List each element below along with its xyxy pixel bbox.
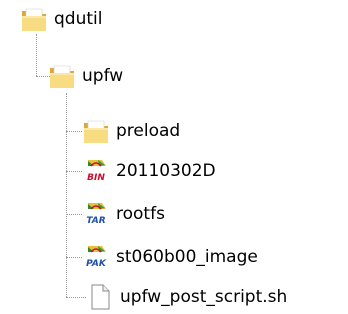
svg-text:TAR: TAR xyxy=(86,216,105,226)
tree-connector xyxy=(66,257,82,258)
tree-node-upfw[interactable]: upfw xyxy=(48,61,123,91)
svg-text:BIN: BIN xyxy=(87,173,105,183)
folder-icon xyxy=(82,117,110,145)
svg-text:PAK: PAK xyxy=(86,259,107,269)
blank-file-icon xyxy=(86,283,114,311)
tree-connector xyxy=(66,93,67,297)
tree-node-20110302d[interactable]: BIN 20110302D xyxy=(82,156,216,186)
tree-connector xyxy=(36,34,37,76)
tree-connector xyxy=(66,297,86,298)
bin-archive-icon: BIN xyxy=(82,157,110,185)
tree-node-label: rootfs xyxy=(116,204,165,224)
tree-node-label: preload xyxy=(116,121,181,141)
tar-archive-icon: TAR xyxy=(82,200,110,228)
tree-node-label: upfw_post_script.sh xyxy=(120,287,288,307)
tree-node-rootfs[interactable]: TAR rootfs xyxy=(82,199,165,229)
tree-connector xyxy=(66,214,82,215)
tree-connector xyxy=(66,131,82,132)
tree-node-upfw-post-script[interactable]: upfw_post_script.sh xyxy=(86,282,287,312)
pak-archive-icon: PAK xyxy=(82,243,110,271)
tree-node-st060b00-image[interactable]: PAK st060b00_image xyxy=(82,242,258,272)
folder-icon xyxy=(20,5,48,33)
tree-node-qdutil[interactable]: qdutil xyxy=(20,4,102,34)
tree-node-preload[interactable]: preload xyxy=(82,116,180,146)
tree-node-label: 20110302D xyxy=(116,161,216,181)
tree-node-label: qdutil xyxy=(54,9,103,29)
folder-tree: qdutil upfw preload BIN 20110302D TAR ro… xyxy=(0,0,348,314)
folder-icon xyxy=(48,62,76,90)
tree-connector xyxy=(66,171,82,172)
tree-node-label: st060b00_image xyxy=(116,247,258,267)
tree-node-label: upfw xyxy=(82,66,124,86)
